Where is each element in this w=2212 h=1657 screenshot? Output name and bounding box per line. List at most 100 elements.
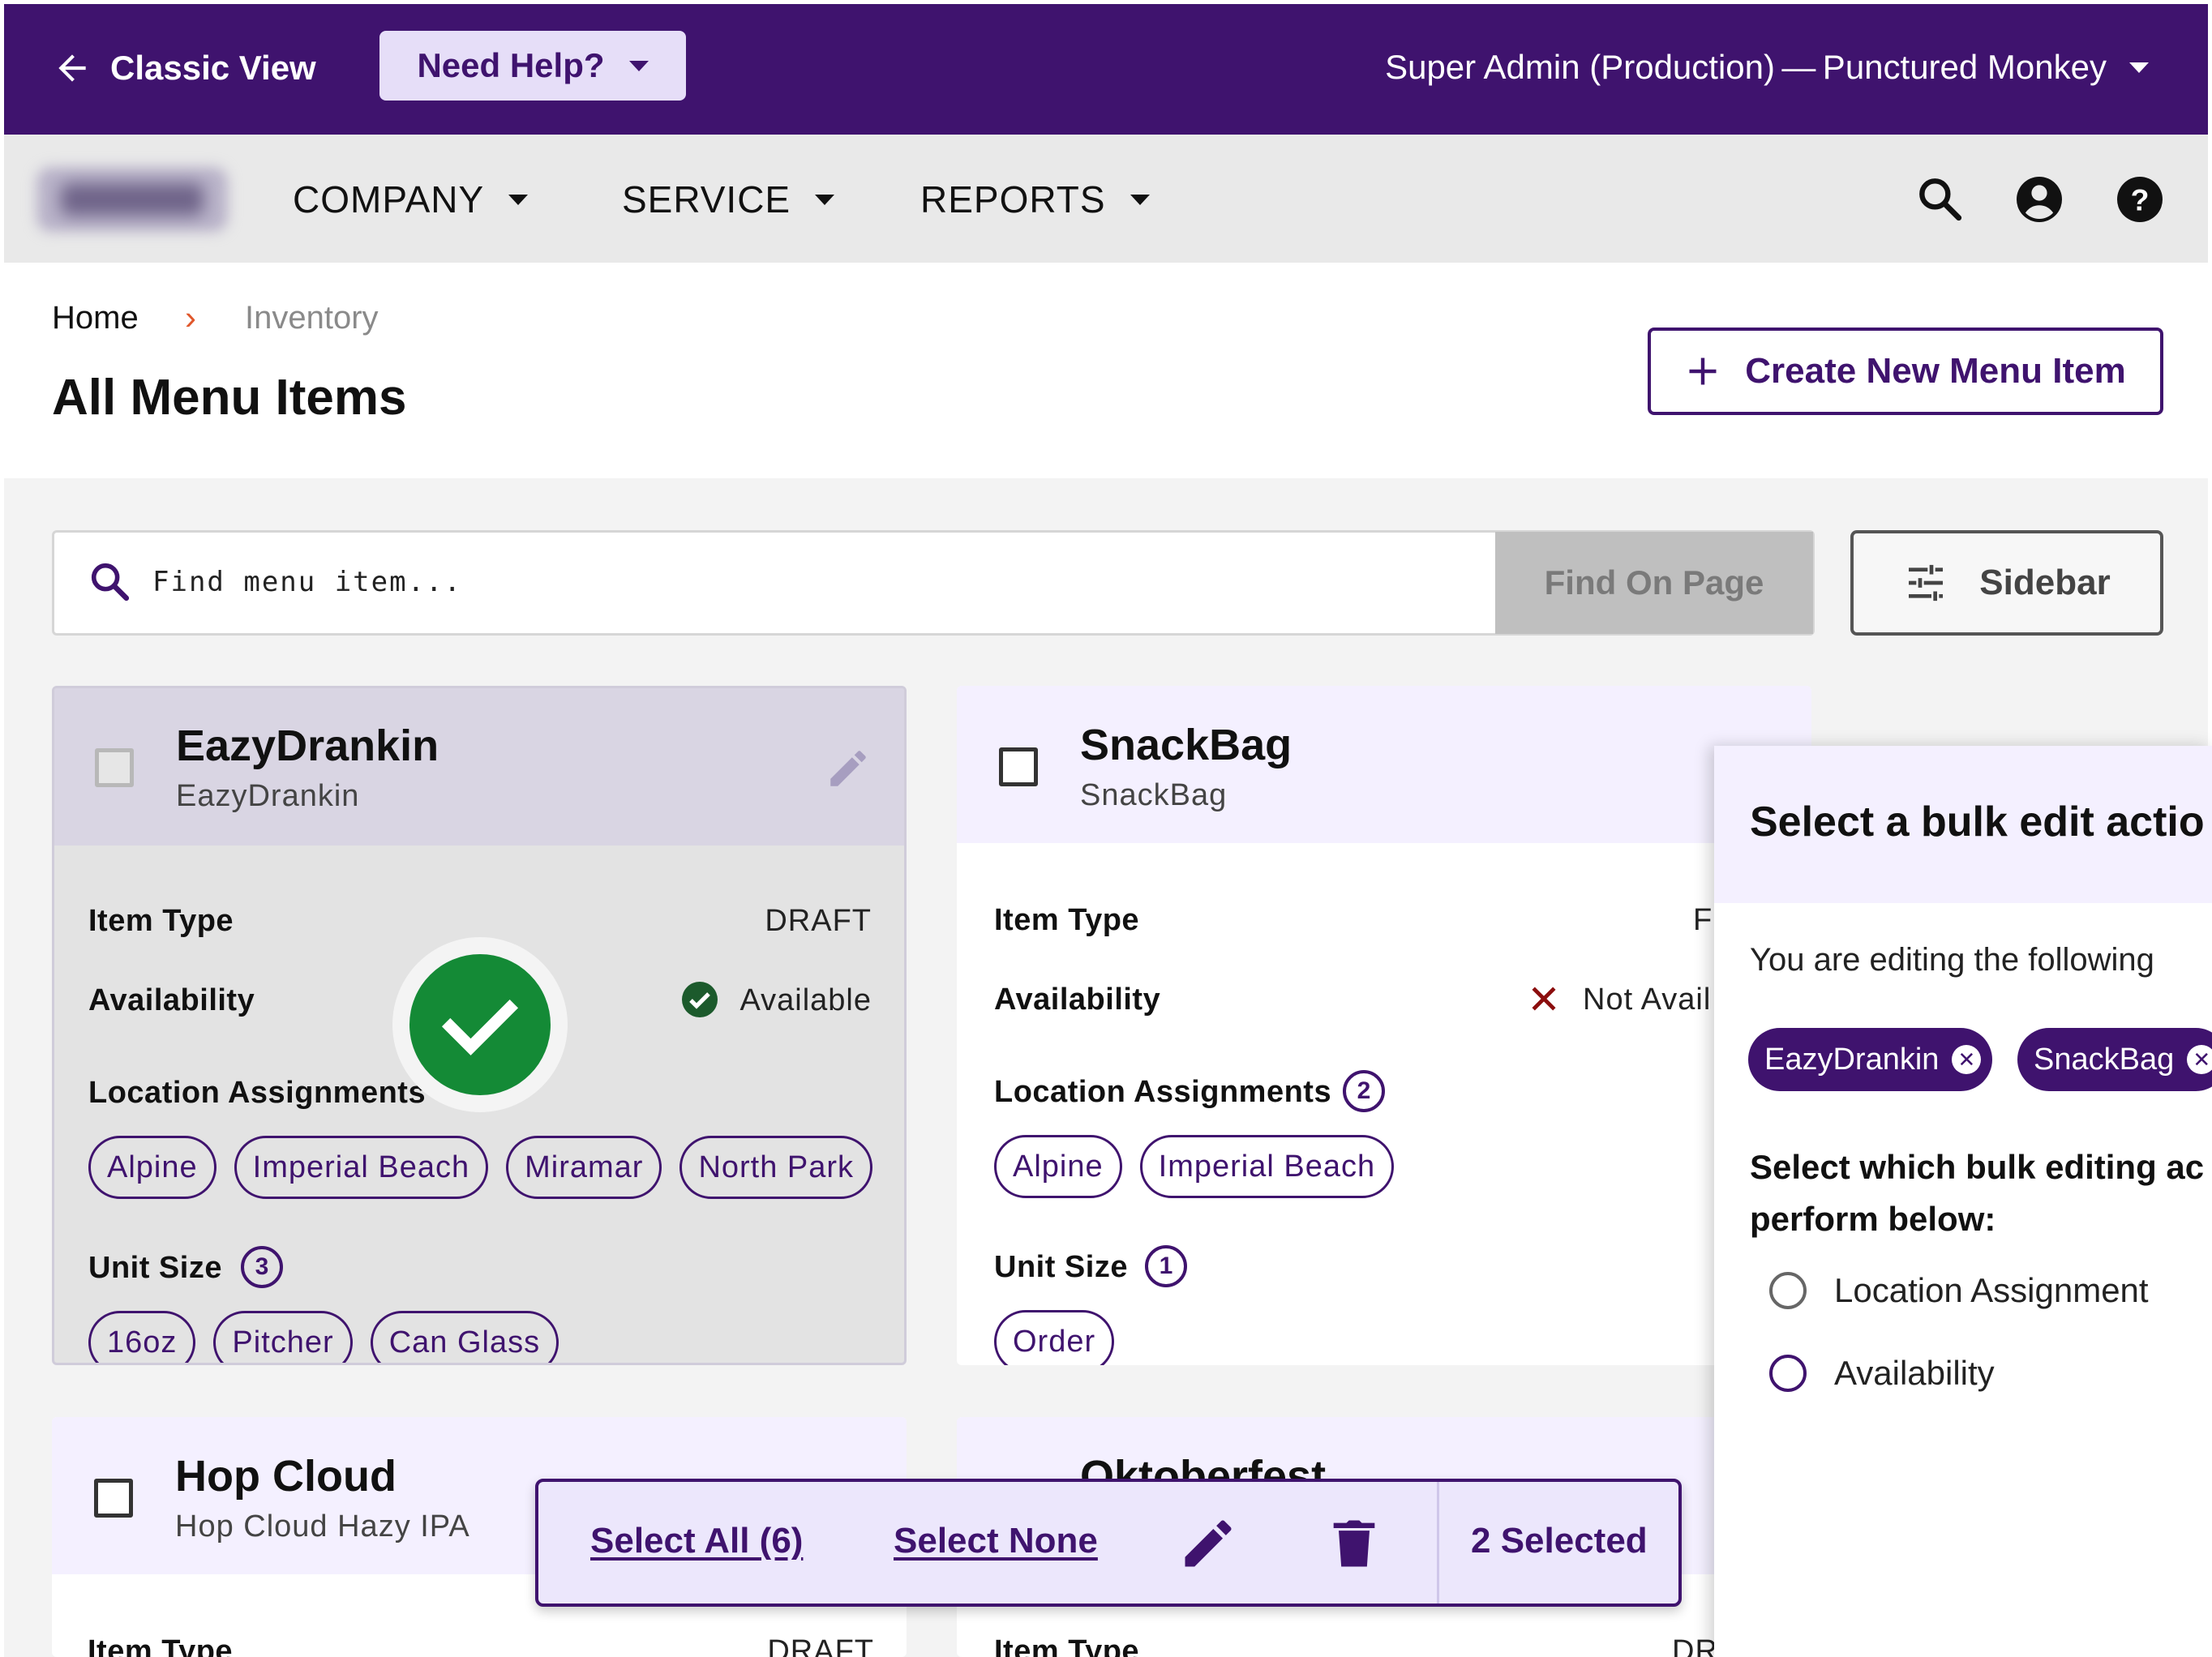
option-availability[interactable]: Availability bbox=[1769, 1354, 1995, 1393]
item-type-value: DRAFT bbox=[767, 1634, 874, 1657]
availability-label: Availability bbox=[994, 983, 1161, 1017]
selected-item-pill: SnackBag ✕ bbox=[2017, 1028, 2212, 1091]
unit-size-label: Unit Size bbox=[994, 1250, 1128, 1284]
breadcrumb-home[interactable]: Home bbox=[52, 300, 139, 336]
breadcrumb-current: Inventory bbox=[245, 300, 379, 336]
nav-service-label: SERVICE bbox=[622, 178, 791, 221]
success-badge bbox=[392, 937, 568, 1112]
bulk-edit-panel: Select a bulk edit actio You are editing… bbox=[1714, 746, 2212, 1657]
pill-label: EazyDrankin bbox=[1764, 1042, 1940, 1077]
nav-company-label: COMPANY bbox=[293, 178, 485, 221]
select-none-link[interactable]: Select None bbox=[894, 1521, 1098, 1561]
nav-company[interactable]: COMPANY bbox=[293, 171, 529, 228]
unit-chip[interactable]: Order bbox=[994, 1310, 1115, 1365]
nav-service[interactable]: SERVICE bbox=[622, 171, 835, 228]
arrow-left-icon bbox=[58, 54, 86, 82]
unit-size-label: Unit Size bbox=[88, 1251, 222, 1285]
plus-icon bbox=[1689, 358, 1717, 385]
unit-chip[interactable]: Pitcher bbox=[213, 1311, 353, 1363]
breadcrumb-separator-icon: › bbox=[185, 298, 196, 336]
chevron-down-icon bbox=[508, 194, 529, 205]
account-label: Super Admin (Production) — Punctured Mon… bbox=[1385, 48, 2107, 86]
question-line-2: perform below: bbox=[1750, 1200, 1996, 1238]
card-title: Hop Cloud bbox=[175, 1452, 397, 1501]
page-title: All Menu Items bbox=[52, 370, 407, 426]
success-check-icon bbox=[409, 954, 551, 1095]
create-menu-item-label: Create New Menu Item bbox=[1745, 351, 2126, 391]
main-nav: COMPANY SERVICE REPORTS ? bbox=[0, 135, 2212, 263]
action-bar-divider bbox=[1437, 1482, 1439, 1603]
nav-reports[interactable]: REPORTS bbox=[920, 171, 1150, 228]
item-type-label: Item Type bbox=[994, 1634, 1140, 1657]
chevron-down-icon bbox=[815, 194, 835, 205]
unit-chip[interactable]: Can Glass bbox=[370, 1311, 559, 1363]
selected-count: 2 Selected bbox=[1471, 1521, 1648, 1561]
option-label: Availability bbox=[1834, 1354, 1995, 1392]
card-title: EazyDrankin bbox=[176, 721, 439, 770]
bulk-action-bar: Select All (6) Select None 2 Selected bbox=[535, 1479, 1682, 1607]
sidebar-label: Sidebar bbox=[1979, 563, 2111, 602]
availability-label: Availability bbox=[88, 983, 255, 1017]
chevron-down-icon bbox=[1130, 194, 1150, 205]
location-chip[interactable]: North Park bbox=[679, 1136, 873, 1199]
location-assignments-label: Location Assignments bbox=[994, 1075, 1332, 1109]
need-help-button[interactable]: Need Help? bbox=[379, 31, 686, 101]
remove-icon[interactable]: ✕ bbox=[1952, 1045, 1982, 1074]
availability-value: Not Avail bbox=[1583, 983, 1712, 1017]
card-subtitle: SnackBag bbox=[1080, 778, 1228, 812]
card-checkbox[interactable] bbox=[95, 748, 134, 787]
card-checkbox[interactable] bbox=[94, 1479, 133, 1518]
close-x-icon bbox=[1532, 987, 1556, 1011]
search-input[interactable] bbox=[151, 558, 1473, 606]
question-line-1: Select which bulk editing ac bbox=[1750, 1148, 2205, 1186]
availability-value: Available bbox=[739, 983, 872, 1017]
chevron-down-icon bbox=[2129, 62, 2149, 73]
location-chips: Alpine Imperial Beach bbox=[994, 1135, 1395, 1198]
unit-chips: Order bbox=[994, 1310, 1115, 1365]
help-icon[interactable]: ? bbox=[2114, 173, 2166, 225]
location-chip[interactable]: Alpine bbox=[88, 1136, 216, 1199]
nav-reports-label: REPORTS bbox=[920, 178, 1106, 221]
card-checkbox[interactable] bbox=[999, 747, 1038, 786]
option-location-assignment[interactable]: Location Assignment bbox=[1769, 1271, 2149, 1310]
unit-size-count-badge: 1 bbox=[1145, 1245, 1187, 1287]
remove-icon[interactable]: ✕ bbox=[2187, 1045, 2212, 1074]
unit-chips: 16oz Pitcher Can Glass bbox=[88, 1311, 559, 1363]
sidebar-button[interactable]: Sidebar bbox=[1850, 530, 2163, 636]
search-icon bbox=[91, 563, 130, 602]
select-all-link[interactable]: Select All (6) bbox=[590, 1521, 803, 1561]
item-type-label: Item Type bbox=[88, 904, 234, 938]
menu-item-card-snackbag[interactable]: SnackBag SnackBag Item Type F Availabili… bbox=[957, 686, 1811, 1365]
classic-view-link[interactable]: Classic View bbox=[52, 39, 316, 97]
account-circle-icon[interactable] bbox=[2013, 173, 2065, 225]
location-count-badge: 2 bbox=[1343, 1070, 1385, 1112]
item-type-value: DRAFT bbox=[765, 904, 872, 938]
find-on-page-button[interactable]: Find On Page bbox=[1495, 532, 1813, 634]
classic-view-label: Classic View bbox=[110, 49, 316, 87]
option-label: Location Assignment bbox=[1834, 1271, 2149, 1309]
unit-size-count-badge: 3 bbox=[241, 1246, 283, 1288]
location-chips: Alpine Imperial Beach Miramar North Park bbox=[88, 1136, 873, 1199]
item-type-value: F bbox=[1693, 903, 1713, 937]
card-subtitle: EazyDrankin bbox=[176, 779, 360, 813]
location-chip[interactable]: Alpine bbox=[994, 1135, 1122, 1198]
location-chip[interactable]: Imperial Beach bbox=[1139, 1135, 1395, 1198]
sliders-icon bbox=[1909, 564, 1944, 602]
svg-text:?: ? bbox=[2131, 182, 2150, 216]
radio-button[interactable] bbox=[1769, 1272, 1807, 1309]
location-chip[interactable]: Miramar bbox=[506, 1136, 662, 1199]
bulk-action-question: Select which bulk editing ac perform bel… bbox=[1750, 1141, 2212, 1245]
create-menu-item-button[interactable]: Create New Menu Item bbox=[1648, 328, 2163, 415]
check-circle-icon bbox=[682, 982, 718, 1017]
company-logo-mark bbox=[61, 183, 204, 216]
radio-button[interactable] bbox=[1769, 1355, 1807, 1392]
account-menu[interactable]: Super Admin (Production) — Punctured Mon… bbox=[1385, 41, 2149, 94]
edit-pencil-icon[interactable] bbox=[1177, 1513, 1239, 1574]
unit-chip[interactable]: 16oz bbox=[88, 1311, 196, 1363]
item-type-label: Item Type bbox=[994, 903, 1140, 937]
need-help-label: Need Help? bbox=[417, 46, 605, 84]
edit-pencil-icon[interactable] bbox=[825, 745, 872, 792]
search-icon[interactable] bbox=[1914, 173, 1966, 225]
trash-icon[interactable] bbox=[1323, 1513, 1385, 1574]
location-chip[interactable]: Imperial Beach bbox=[234, 1136, 489, 1199]
